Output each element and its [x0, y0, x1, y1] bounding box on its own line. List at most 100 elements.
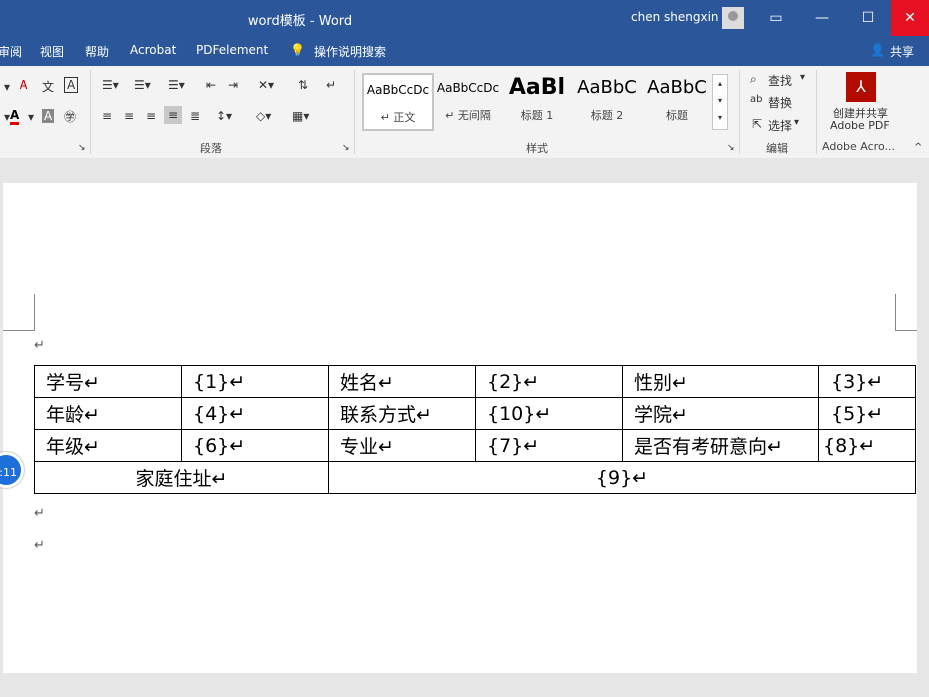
minimize-icon[interactable]: — [799, 0, 845, 36]
chevron-down-icon[interactable]: ▾ [800, 72, 805, 83]
phonetic-guide-icon[interactable]: 文 [42, 78, 54, 95]
chevron-down-icon[interactable]: ▾ [794, 117, 799, 128]
dialog-launcher-icon[interactable]: ↘ [727, 143, 735, 153]
crop-mark [34, 294, 35, 331]
char-shading-icon[interactable]: A [42, 109, 55, 123]
table-row: 家庭住址↵ {9}↵ [34, 461, 916, 494]
increase-indent-icon[interactable]: ⇥ [228, 78, 238, 92]
sort-icon[interactable]: ⇅ [298, 78, 308, 92]
table-cell[interactable]: 联系方式↵ [328, 397, 476, 430]
table-row: 年级↵ {6}↵ 专业↵ {7}↵ 是否有考研意向↵ {8}↵ [34, 429, 916, 462]
distributed-icon[interactable]: ≣ [190, 109, 200, 123]
tab-review[interactable]: 审阅 [0, 43, 22, 60]
align-left-icon[interactable]: ≡ [102, 109, 112, 123]
table-cell[interactable]: 是否有考研意向↵ [622, 429, 819, 462]
share-button[interactable]: 共享 [890, 43, 914, 60]
collapse-ribbon-icon[interactable]: ^ [914, 142, 922, 153]
style-no-spacing[interactable]: AaBbCcDc ↵ 无间隔 [433, 73, 503, 127]
acrobat-group-label: Adobe Acro... [822, 140, 895, 153]
tab-pdfelement[interactable]: PDFelement [196, 43, 268, 57]
share-icon[interactable]: 👤 [870, 43, 885, 57]
crop-mark [895, 330, 917, 331]
dialog-launcher-icon[interactable]: ↘ [78, 143, 86, 153]
avatar[interactable] [722, 7, 744, 29]
table-cell[interactable]: 姓名↵ [328, 365, 476, 398]
style-normal[interactable]: AaBbCcDc ↵ 正文 [362, 73, 434, 131]
replace-button[interactable]: 替换 [768, 94, 792, 111]
paragraph-group-label: 段落 [200, 142, 222, 155]
replace-icon[interactable]: ab [750, 94, 762, 105]
maximize-icon[interactable]: ☐ [845, 0, 891, 36]
student-info-table[interactable]: 学号↵ {1}↵ 姓名↵ {2}↵ 性别↵ {3}↵ 年龄↵ {4}↵ 联系方式… [34, 365, 916, 494]
table-cell[interactable]: {8}↵ [818, 429, 916, 462]
paragraph-mark: ↵ [34, 506, 45, 521]
select-icon[interactable]: ⇱ [752, 117, 762, 131]
menu-bar: 审阅 视图 帮助 Acrobat PDFelement 💡 操作说明搜索 👤 共… [0, 36, 929, 66]
enclosed-char-icon[interactable]: ㊫ [64, 108, 76, 125]
line-spacing-icon[interactable]: ↕▾ [216, 109, 232, 123]
find-button[interactable]: 查找 [768, 72, 792, 89]
tab-help[interactable]: 帮助 [85, 43, 109, 60]
font-color-icon[interactable]: A [10, 108, 20, 125]
table-cell[interactable]: {1}↵ [181, 365, 329, 398]
styles-scroll[interactable]: ▴ ▾ ▾ [712, 74, 728, 130]
window-title: word模板 - Word [247, 14, 353, 29]
align-right-icon[interactable]: ≡ [146, 109, 156, 123]
dropdown-icon[interactable]: ▾ [28, 110, 34, 124]
tab-acrobat[interactable]: Acrobat [130, 43, 176, 57]
tab-view[interactable]: 视图 [40, 43, 64, 60]
bullets-icon[interactable]: ☰▾ [102, 78, 119, 92]
select-button[interactable]: 选择 [768, 117, 792, 134]
table-cell[interactable]: 专业↵ [328, 429, 476, 462]
paragraph-mark: ↵ [34, 538, 45, 553]
document-area: ↵ 学号↵ {1}↵ 姓名↵ {2}↵ 性别↵ {3}↵ 年龄↵ {4}↵ 联系… [0, 158, 929, 697]
table-cell[interactable]: {10}↵ [475, 397, 623, 430]
table-row: 学号↵ {1}↵ 姓名↵ {2}↵ 性别↵ {3}↵ [34, 365, 916, 398]
title-bar: word模板 - Word chen shengxin ▭ — ☐ ✕ [0, 0, 929, 36]
table-cell[interactable]: 学院↵ [622, 397, 819, 430]
table-cell[interactable]: 学号↵ [34, 365, 182, 398]
tell-me-search[interactable]: 操作说明搜索 [314, 43, 386, 60]
address-label-cell[interactable]: 家庭住址↵ [34, 461, 329, 494]
table-cell[interactable]: {5}↵ [818, 397, 916, 430]
adobe-pdf-icon[interactable]: ⅄ [846, 72, 876, 102]
styles-group-label: 样式 [526, 142, 548, 155]
table-cell[interactable]: 年级↵ [34, 429, 182, 462]
dialog-launcher-icon[interactable]: ↘ [342, 143, 350, 153]
table-cell[interactable]: 年龄↵ [34, 397, 182, 430]
address-value-cell[interactable]: {9}↵ [328, 461, 916, 494]
user-name[interactable]: chen shengxin [631, 10, 719, 24]
numbering-icon[interactable]: ☰▾ [134, 78, 151, 92]
borders-icon[interactable]: ▦▾ [292, 109, 309, 123]
char-border-icon[interactable]: A [64, 77, 79, 93]
crop-mark [895, 294, 896, 331]
table-cell[interactable]: {3}↵ [818, 365, 916, 398]
table-cell[interactable]: {4}↵ [181, 397, 329, 430]
show-marks-icon[interactable]: ↵ [326, 78, 336, 92]
clear-format-icon[interactable]: Ꭺ [20, 78, 28, 93]
create-share-pdf-button-line2[interactable]: Adobe PDF [830, 119, 890, 132]
style-heading-2[interactable]: AaBbC 标题 2 [573, 73, 641, 127]
editing-group-label: 编辑 [766, 142, 788, 155]
find-icon[interactable]: ⌕ [750, 72, 757, 87]
style-heading-1[interactable]: AaBl 标题 1 [505, 73, 569, 127]
table-cell[interactable]: 性别↵ [622, 365, 819, 398]
crop-mark [3, 330, 34, 331]
chinese-layout-icon[interactable]: ✕▾ [258, 78, 274, 92]
align-center-icon[interactable]: ≡ [124, 109, 134, 123]
document-page[interactable]: ↵ 学号↵ {1}↵ 姓名↵ {2}↵ 性别↵ {3}↵ 年龄↵ {4}↵ 联系… [3, 183, 917, 673]
table-cell[interactable]: {7}↵ [475, 429, 623, 462]
close-icon[interactable]: ✕ [891, 0, 929, 36]
style-title[interactable]: AaBbC 标题 [643, 73, 711, 127]
dropdown-icon[interactable]: ▾ [4, 80, 10, 94]
ribbon-display-icon[interactable]: ▭ [753, 0, 799, 36]
multilevel-list-icon[interactable]: ☰▾ [168, 78, 185, 92]
paragraph-mark: ↵ [34, 338, 45, 353]
lightbulb-icon: 💡 [290, 43, 305, 57]
decrease-indent-icon[interactable]: ⇤ [206, 78, 216, 92]
justify-icon[interactable]: ≡ [164, 106, 183, 124]
table-cell[interactable]: {2}↵ [475, 365, 623, 398]
ribbon: ▾ Ꭺ 文 A ▾ A ▾ A ㊫ ↘ ☰▾ ☰▾ ☰▾ ⇤ ⇥ ✕▾ ⇅ ↵ … [0, 66, 929, 159]
table-cell[interactable]: {6}↵ [181, 429, 329, 462]
shading-icon[interactable]: ◇▾ [256, 109, 271, 123]
